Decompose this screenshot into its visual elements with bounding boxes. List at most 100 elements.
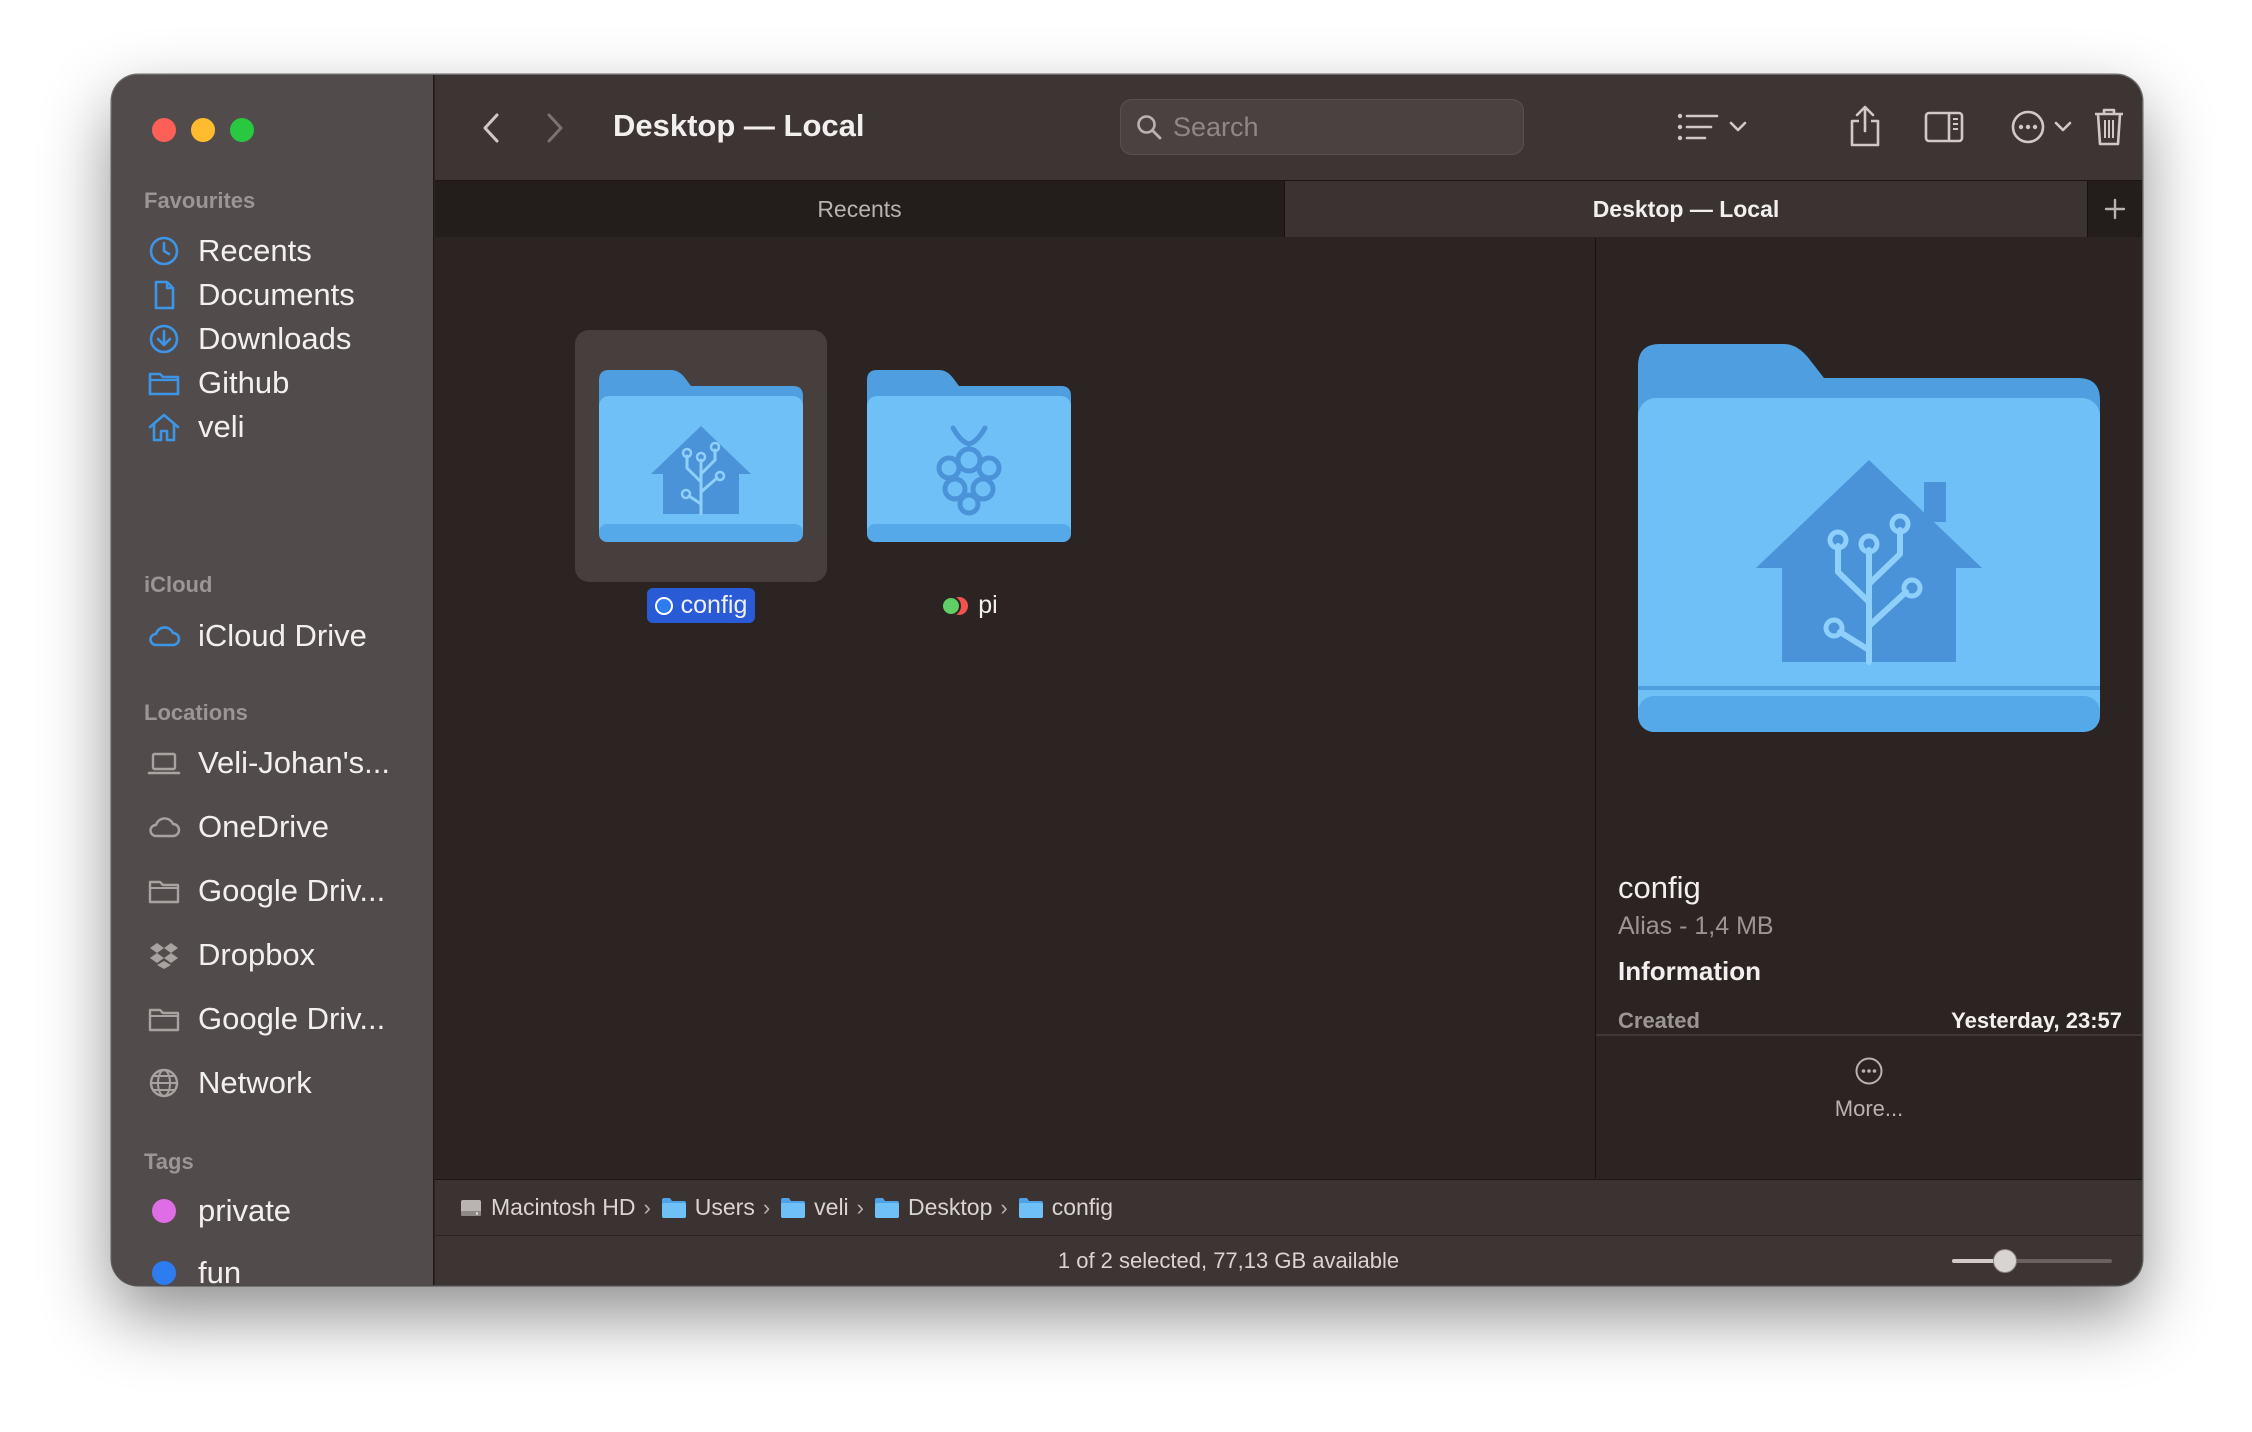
chevron-left-icon xyxy=(483,113,499,143)
drive-icon xyxy=(461,1199,481,1216)
sidebar-item-dropbox[interactable]: Dropbox xyxy=(146,929,315,981)
tag-indicator xyxy=(941,595,969,616)
sidebar-item-network[interactable]: Network xyxy=(146,1057,312,1109)
sidebar-item-label: OneDrive xyxy=(198,809,329,844)
more-button[interactable]: More... xyxy=(1596,1056,2142,1122)
minimize-button[interactable] xyxy=(191,118,215,142)
sidebar-item-label: Documents xyxy=(198,277,355,312)
globe-icon xyxy=(146,1065,182,1101)
sidebar-section-favourites: Favourites xyxy=(144,188,256,213)
preview-file-kind: Alias - 1,4 MB xyxy=(1618,912,1774,940)
sidebar-tag-private[interactable]: private xyxy=(146,1185,291,1237)
toolbar: Desktop — Local xyxy=(435,75,2142,181)
sidebar-item-label: Dropbox xyxy=(198,937,316,972)
cloud-icon xyxy=(146,618,182,654)
tag-indicator xyxy=(654,596,673,615)
list-view-icon xyxy=(1677,113,1719,141)
plus-icon xyxy=(2104,198,2126,220)
sidebar-item-label: Google Driv... xyxy=(198,1001,386,1036)
sidebar-section-tags: Tags xyxy=(144,1149,194,1174)
status-text: 1 of 2 selected, 77,13 GB available xyxy=(1057,1247,1400,1273)
folder-icon xyxy=(146,1001,182,1037)
preview-pane: config Alias - 1,4 MB Information Create… xyxy=(1595,238,2142,1178)
zoom-button[interactable] xyxy=(230,118,254,142)
path-item-macintosh-hd[interactable]: Macintosh HD xyxy=(459,1194,635,1221)
chevron-down-icon xyxy=(2054,121,2072,132)
status-bar: 1 of 2 selected, 77,13 GB available xyxy=(435,1235,2142,1285)
search-icon xyxy=(1137,115,1162,140)
sidebar-item-label: Recents xyxy=(198,233,312,268)
sidebar-item-google-drive-2[interactable]: Google Driv... xyxy=(146,993,385,1045)
path-item-config[interactable]: config xyxy=(1018,1194,1113,1221)
new-tab-button[interactable] xyxy=(2087,181,2142,237)
back-button[interactable] xyxy=(471,108,511,148)
sidebar-item-label: iCloud Drive xyxy=(198,618,367,653)
folder-icon xyxy=(1018,1197,1043,1218)
sidebar-item-label: Veli-Johan's... xyxy=(198,745,391,780)
sidebar-item-label: Downloads xyxy=(198,321,352,356)
window-controls xyxy=(152,118,254,142)
search-field[interactable] xyxy=(1120,99,1524,155)
file-name: pi xyxy=(978,591,998,619)
folder-icon xyxy=(661,1197,686,1218)
sidebar-section-icloud: iCloud xyxy=(144,572,213,597)
download-icon xyxy=(146,321,182,357)
laptop-icon xyxy=(146,745,182,781)
share-button[interactable] xyxy=(1843,101,1887,151)
actions-menu-button[interactable] xyxy=(2001,105,2081,149)
path-item-users[interactable]: Users xyxy=(661,1194,755,1221)
folder-icon xyxy=(146,365,182,401)
file-icon-container[interactable] xyxy=(843,330,1095,582)
slider-knob[interactable] xyxy=(1992,1249,2017,1273)
file-name-label[interactable]: config xyxy=(646,588,756,623)
preview-file-name: config xyxy=(1618,870,1701,905)
icon-size-slider[interactable] xyxy=(1952,1249,2112,1273)
sidebar-item-label: fun xyxy=(198,1255,242,1285)
file-item-config[interactable]: config xyxy=(575,330,827,623)
divider xyxy=(1596,1034,2142,1036)
folder-icon xyxy=(146,873,182,909)
preview-pane-toggle[interactable] xyxy=(1921,105,1967,149)
file-grid: config pi xyxy=(435,238,1595,1178)
sidebar-item-computer[interactable]: Veli-Johan's... xyxy=(146,737,390,789)
forward-button[interactable] xyxy=(535,108,575,148)
file-name-label[interactable]: pi xyxy=(932,588,1005,623)
trash-button[interactable] xyxy=(2089,103,2129,151)
path-separator: › xyxy=(1000,1194,1008,1220)
view-options-button[interactable] xyxy=(1667,105,1757,149)
finder-window: Favourites Recents Documents Downloads G… xyxy=(112,75,2142,1285)
preview-created-row: Created Yesterday, 23:57 xyxy=(1618,1008,2122,1032)
sidebar: Favourites Recents Documents Downloads G… xyxy=(112,75,434,1285)
folder-icon xyxy=(781,1197,806,1218)
search-input[interactable] xyxy=(1173,111,1493,143)
sidebar-item-google-drive-1[interactable]: Google Driv... xyxy=(146,865,385,917)
tab-desktop-local[interactable]: Desktop — Local xyxy=(1285,181,2087,237)
created-label: Created xyxy=(1618,1008,1700,1032)
tab-recents[interactable]: Recents xyxy=(435,181,1285,237)
trash-icon xyxy=(2095,108,2123,146)
file-icon-container[interactable] xyxy=(575,330,827,582)
sidebar-item-label: private xyxy=(198,1193,292,1228)
path-bar: Macintosh HD › Users › veli › Desktop › … xyxy=(435,1179,2142,1235)
sidebar-tag-fun[interactable]: fun xyxy=(146,1247,241,1285)
file-name: config xyxy=(680,591,748,619)
path-separator: › xyxy=(856,1194,864,1220)
file-item-pi[interactable]: pi xyxy=(843,330,1095,623)
chevron-right-icon xyxy=(547,113,563,143)
path-item-desktop[interactable]: Desktop xyxy=(874,1194,992,1221)
sidebar-item-onedrive[interactable]: OneDrive xyxy=(146,801,329,853)
sidebar-item-label: Network xyxy=(198,1065,312,1100)
sidebar-item-icloud-drive[interactable]: iCloud Drive xyxy=(146,610,367,662)
tag-dot xyxy=(152,1261,176,1285)
sidebar-item-veli[interactable]: veli xyxy=(146,401,245,453)
window-title: Desktop — Local xyxy=(613,108,865,143)
close-button[interactable] xyxy=(152,118,176,142)
sidebar-item-label: veli xyxy=(198,409,245,444)
tab-bar: Recents Desktop — Local xyxy=(435,181,2142,237)
path-item-veli[interactable]: veli xyxy=(780,1194,849,1221)
document-icon xyxy=(146,277,182,313)
cloud-icon xyxy=(146,809,182,845)
more-icon xyxy=(2011,110,2045,144)
sidebar-section-locations: Locations xyxy=(144,700,248,725)
more-icon xyxy=(1855,1057,1883,1085)
